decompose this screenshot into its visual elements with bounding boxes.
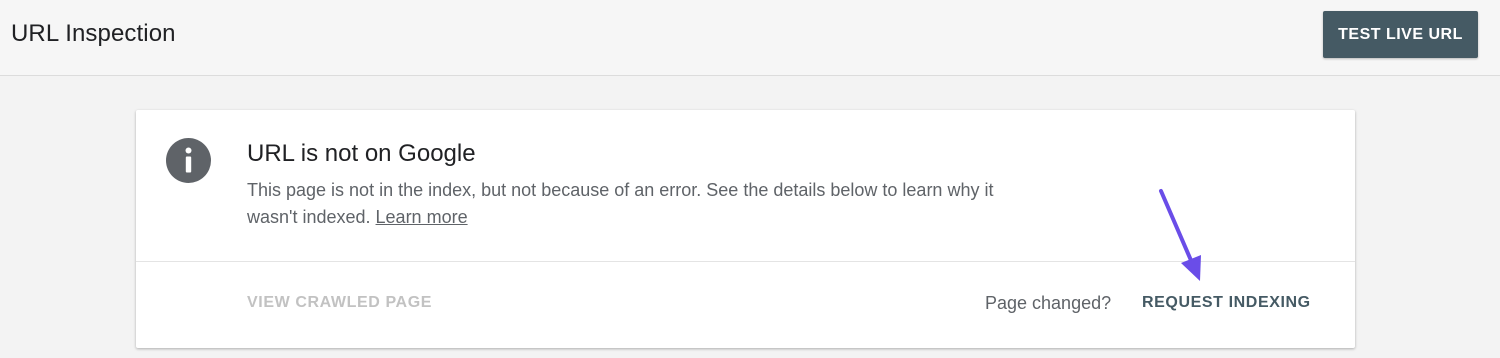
learn-more-link[interactable]: Learn more (376, 207, 468, 227)
status-description: This page is not in the index, but not b… (247, 177, 1047, 231)
top-header: URL Inspection TEST LIVE URL (0, 0, 1500, 76)
status-title: URL is not on Google (247, 140, 476, 167)
test-live-url-button[interactable]: TEST LIVE URL (1323, 11, 1478, 58)
status-description-text: This page is not in the index, but not b… (247, 180, 994, 227)
arrow-pointer-icon (1159, 189, 1201, 281)
request-indexing-button[interactable]: REQUEST INDEXING (1142, 294, 1311, 312)
page-title: URL Inspection (11, 20, 176, 47)
page-changed-label: Page changed? (985, 293, 1112, 313)
info-icon (166, 138, 211, 183)
view-crawled-page-button: VIEW CRAWLED PAGE (247, 294, 433, 311)
